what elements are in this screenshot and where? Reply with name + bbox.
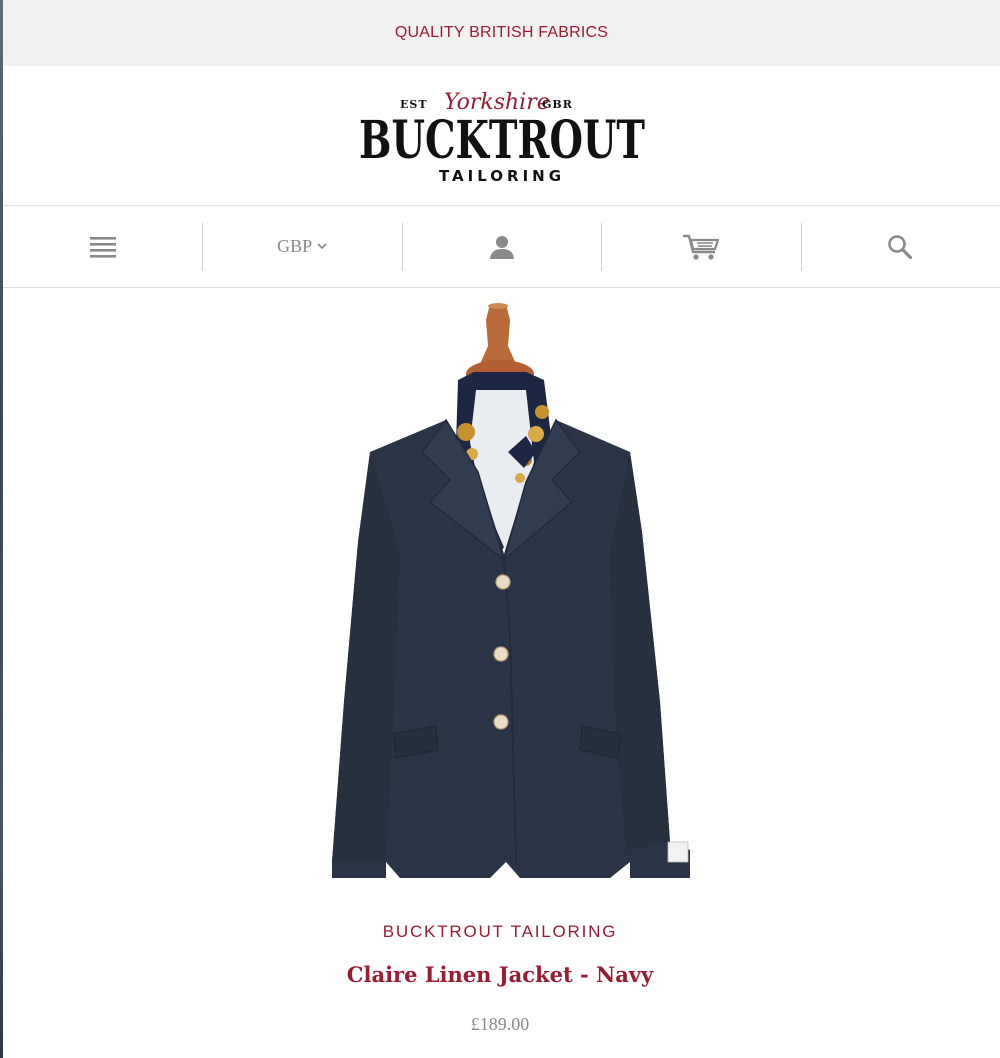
announcement-text: QUALITY BRITISH FABRICS [394, 24, 609, 41]
product-image-link[interactable] [330, 302, 692, 878]
product-title[interactable]: Claire Linen Jacket - Navy [0, 962, 1000, 987]
logo-link[interactable]: EST Yorkshire GBR BUCKTROUT TAILORING [352, 78, 652, 193]
announcement-bar: QUALITY BRITISH FABRICS [3, 0, 1000, 66]
menu-button[interactable] [3, 206, 202, 287]
currency-selector[interactable]: GBP [202, 206, 401, 287]
bucktrout-logo: EST Yorkshire GBR BUCKTROUT TAILORING [359, 90, 645, 185]
chevron-down-icon [317, 243, 327, 250]
product-image [332, 303, 690, 878]
logo-sub: TAILORING [438, 167, 564, 185]
cart-button[interactable] [601, 206, 800, 287]
search-button[interactable] [800, 206, 1000, 287]
logo-main: BUCKTROUT [359, 110, 645, 171]
currency-label: GBP [277, 236, 313, 256]
cart-icon [682, 234, 720, 260]
mobile-nav-bar: GBP [3, 205, 1000, 288]
product-price: £189.00 [470, 1014, 530, 1034]
user-icon [489, 235, 514, 259]
site-header: EST Yorkshire GBR BUCKTROUT TAILORING [3, 66, 1000, 205]
hamburger-icon [89, 236, 116, 258]
search-icon [888, 234, 913, 259]
product-vendor[interactable]: BUCKTROUT TAILORING [0, 922, 1000, 942]
account-button[interactable] [401, 206, 601, 287]
